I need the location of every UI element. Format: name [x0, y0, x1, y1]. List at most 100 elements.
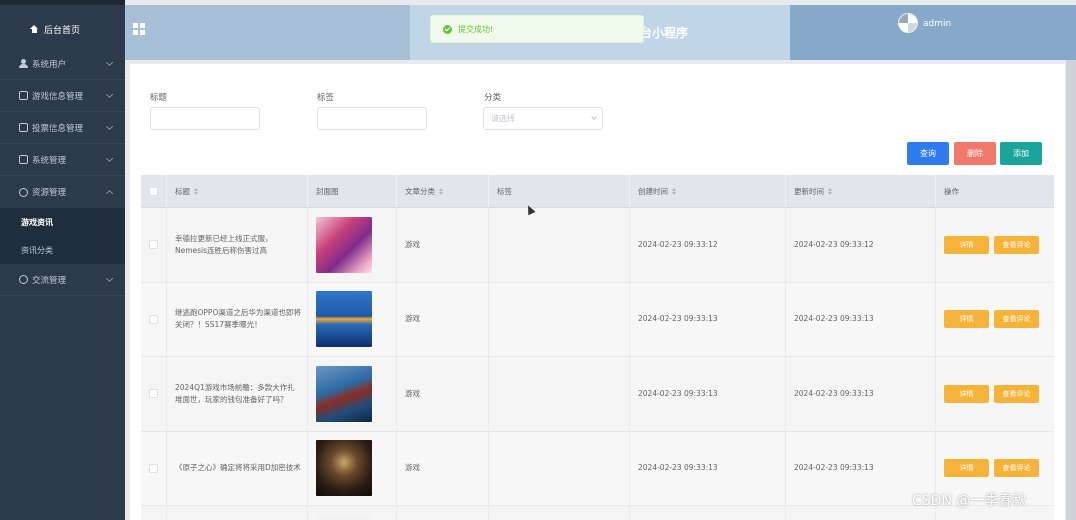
sidebar-item-label: 系统用户 [32, 59, 67, 70]
row-cover-cell [308, 208, 397, 282]
row-select-cell [141, 357, 167, 431]
row-checkbox[interactable] [149, 389, 158, 399]
column-header-updated[interactable]: 更新时间 [786, 175, 936, 207]
detail-button[interactable]: 详情 [944, 459, 989, 478]
row-category [397, 506, 489, 520]
sidebar-item-game-info[interactable]: 游戏信息管理 [0, 80, 125, 112]
row-tag [489, 357, 630, 431]
table-row: 2024Q1游戏市场前瞻：多款大作扎堆面世，玩家的钱包准备好了吗？ 游戏 202… [141, 357, 1054, 432]
filter-tag-label: 标签 [317, 93, 335, 103]
column-header-label: 标题 [175, 186, 190, 196]
sidebar-top-strip [0, 0, 125, 5]
tag-input[interactable] [317, 107, 427, 130]
sidebar-item-vote-info[interactable]: 投票信息管理 [0, 112, 125, 144]
view-comments-button[interactable]: 查看评论 [994, 235, 1039, 254]
add-button[interactable]: 添加 [1000, 142, 1042, 165]
cover-image [316, 216, 372, 273]
row-cover-cell [308, 431, 397, 505]
row-checkbox[interactable] [149, 314, 158, 324]
row-tag [489, 506, 630, 520]
sidebar-home-link[interactable]: 后台首页 [0, 14, 125, 44]
sidebar-subitem-game-news[interactable]: 游戏资讯 [0, 208, 125, 236]
detail-button[interactable]: 详情 [944, 384, 989, 403]
column-header-title[interactable]: 标题 [167, 175, 308, 207]
chevron-down-icon [105, 90, 114, 99]
select-all-checkbox[interactable] [149, 186, 158, 196]
row-checkbox[interactable] [149, 463, 158, 473]
cover-image [316, 365, 372, 422]
query-button[interactable]: 查询 [907, 142, 949, 165]
admin-page: 后台首页 系统用户 游戏信息管理 投票信息管理 系统管理 资源管理 游戏资讯 资… [0, 0, 1076, 520]
sidebar-item-label: 资源管理 [32, 188, 67, 198]
row-created [630, 506, 786, 520]
row-cover-cell [308, 357, 397, 431]
sort-icon[interactable] [672, 187, 676, 195]
row-title: 继逃跑OPPO渠道之后华为渠道也即将关闭？！SS17赛季曝光！ [167, 282, 308, 356]
column-header-label: 标签 [497, 186, 512, 196]
toast-message: 提交成功! [458, 24, 494, 34]
table-header: 标题 封面图 文章分类 标签 创建时间 更新时间 操作 [141, 175, 1054, 208]
resource-submenu: 游戏资讯 资讯分类 [0, 208, 125, 264]
app-title: 台小程序 [640, 26, 689, 40]
table-row: 继逃跑OPPO渠道之后华为渠道也即将关闭？！SS17赛季曝光！ 游戏 2024-… [141, 282, 1054, 357]
menu-grid-icon[interactable] [133, 23, 145, 35]
row-select-cell [141, 431, 167, 505]
sidebar-item-label: 游戏信息管理 [32, 91, 84, 102]
watermark: CSDN @一季春秋 [912, 493, 1027, 509]
view-comments-button[interactable]: 查看评论 [994, 459, 1039, 478]
header-user-panel [790, 5, 1076, 60]
user-icon [19, 59, 28, 68]
news-table: 标题 封面图 文章分类 标签 创建时间 更新时间 操作 幸德拉更新已经上线正式服… [141, 175, 1054, 520]
row-category: 游戏 [397, 208, 489, 282]
view-comments-button[interactable]: 查看评论 [994, 310, 1039, 329]
column-header-label: 文章分类 [405, 186, 435, 196]
sidebar-item-communication[interactable]: 交流管理 [0, 264, 125, 296]
detail-button[interactable]: 详情 [944, 310, 989, 329]
sidebar-subitem-news-category[interactable]: 资讯分类 [0, 236, 125, 264]
sidebar-item-system-management[interactable]: 系统管理 [0, 144, 125, 176]
sidebar-item-resource-management[interactable]: 资源管理 [0, 176, 125, 208]
sidebar: 后台首页 系统用户 游戏信息管理 投票信息管理 系统管理 资源管理 游戏资讯 资… [0, 0, 125, 520]
sidebar-item-system-users[interactable]: 系统用户 [0, 48, 125, 80]
column-header-label: 更新时间 [794, 186, 824, 196]
row-updated: 2024-02-23 09:33:13 [786, 282, 936, 356]
column-header-actions: 操作 [936, 175, 1054, 207]
column-header-category[interactable]: 文章分类 [397, 175, 489, 207]
column-header-created[interactable]: 创建时间 [630, 175, 786, 207]
sort-icon[interactable] [828, 187, 832, 195]
row-cover-cell [308, 282, 397, 356]
row-checkbox[interactable] [149, 240, 158, 250]
cover-image [316, 440, 372, 497]
chevron-down-icon [105, 58, 114, 67]
sort-icon[interactable] [439, 187, 443, 195]
row-category: 游戏 [397, 282, 489, 356]
row-created: 2024-02-23 09:33:12 [630, 208, 786, 282]
row-select-cell [141, 506, 167, 520]
column-header-tag: 标签 [489, 175, 630, 207]
row-created: 2024-02-23 09:33:13 [630, 431, 786, 505]
chevron-up-icon [105, 189, 114, 198]
delete-button[interactable]: 删除 [954, 142, 996, 165]
sort-icon[interactable] [194, 187, 198, 195]
page-scrollbar[interactable] [1066, 60, 1076, 520]
avatar[interactable] [898, 13, 918, 33]
column-header-label: 创建时间 [638, 186, 668, 196]
column-header-cover: 封面图 [308, 175, 397, 207]
row-tag [489, 431, 630, 505]
success-toast: 提交成功! [430, 15, 644, 43]
location-icon [19, 187, 28, 197]
row-actions: 详情 查看评论 [936, 208, 1054, 282]
chevron-down-icon [105, 274, 114, 283]
row-tag [489, 208, 630, 282]
username[interactable]: admin [923, 19, 951, 29]
home-icon [30, 24, 39, 34]
cover-image [316, 514, 372, 520]
sidebar-item-label: 交流管理 [32, 275, 67, 286]
chat-icon [19, 275, 28, 284]
view-comments-button[interactable]: 查看评论 [994, 384, 1039, 403]
category-select[interactable]: 请选择 [483, 107, 603, 130]
row-created: 2024-02-23 09:33:13 [630, 357, 786, 431]
title-input[interactable] [150, 107, 260, 130]
chevron-down-icon [591, 114, 597, 120]
detail-button[interactable]: 详情 [944, 235, 989, 254]
